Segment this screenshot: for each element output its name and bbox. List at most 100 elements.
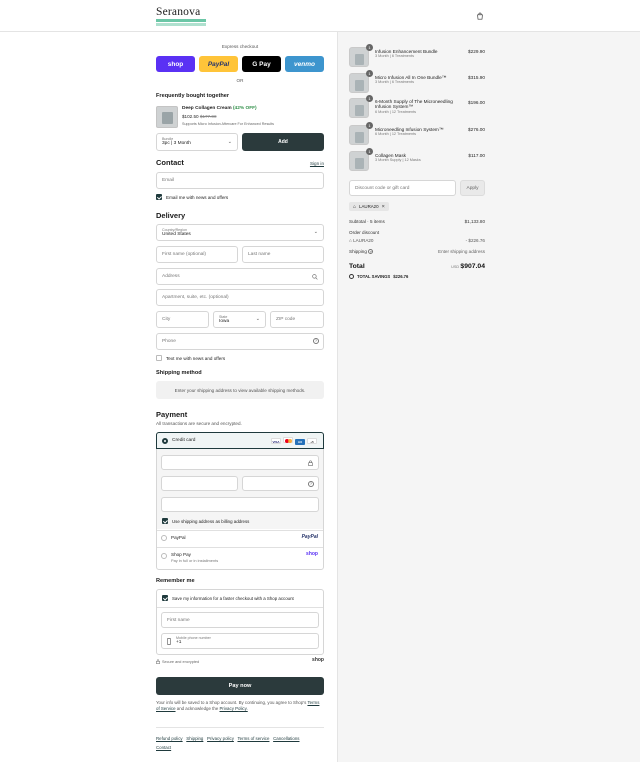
apartment-field[interactable]: Apartment, suite, etc. (optional) (156, 289, 324, 306)
credit-card-radio[interactable] (162, 438, 168, 444)
lock-icon (156, 659, 160, 664)
footer-links: Refund policy Shipping Privacy policy Te… (156, 734, 324, 752)
paypal-option[interactable]: PayPal PayPal (157, 531, 323, 547)
product-thumbnail (349, 98, 369, 118)
legal-text: Your info will be saved to a Shop accoun… (156, 700, 324, 713)
google-pay-button[interactable]: G Pay (242, 56, 281, 72)
shop-pay-button[interactable]: shop (156, 56, 195, 72)
product-name: Infusion Enhancement Bundle 3 Month | 6 T… (375, 49, 457, 59)
shop-pay-radio[interactable] (161, 553, 167, 559)
email-field[interactable]: Email (156, 172, 324, 189)
remember-first-name-field[interactable]: First name (161, 612, 319, 628)
footer-link-cancellations[interactable]: Cancellations (273, 736, 299, 741)
zip-field[interactable]: ZIP code (270, 311, 324, 328)
discount-code-label: ⌂ LAURA20 (349, 238, 374, 243)
total-savings-row: TOTAL SAVINGS $226.76 (349, 274, 408, 279)
total-savings-value: $226.76 (393, 274, 409, 279)
city-field[interactable]: City (156, 311, 209, 328)
discount-code-field[interactable]: Discount code or gift card (349, 180, 456, 196)
last-name-field[interactable]: Last name (242, 246, 324, 263)
billing-same-checkbox[interactable] (162, 518, 168, 524)
shopping-bag-icon[interactable] (476, 12, 484, 20)
expiry-field[interactable] (161, 476, 238, 491)
footer-link-contact[interactable]: Contact (156, 745, 171, 750)
add-upsell-button[interactable]: Add (242, 133, 324, 151)
text-news-checkbox[interactable] (156, 355, 162, 361)
footer-link-shipping[interactable]: Shipping (186, 736, 203, 741)
email-news-checkbox[interactable] (156, 194, 162, 200)
remove-discount-icon[interactable]: × (382, 204, 385, 210)
shop-logo: shop (312, 657, 324, 663)
upsell-desc: Supports Micro Infusion Aftercare For En… (182, 122, 275, 126)
header: Seranova (0, 0, 640, 32)
upsell-price-line: $102.50 $177.00 (182, 114, 217, 119)
product-variant: 6 Month | 12 Treatments (375, 132, 417, 137)
help-icon[interactable]: ? (313, 338, 319, 344)
legal-text-1: Your info will be saved to a Shop accoun… (156, 700, 307, 705)
bundle-select[interactable]: Bundle 3pc | 3 Month ⌄ (156, 133, 238, 151)
help-icon[interactable]: ? (308, 481, 314, 487)
more-cards-badge: +5 (307, 438, 317, 444)
express-buttons: shop PayPal G Pay venmo (156, 56, 324, 72)
legal-text-2: and acknowledge the (176, 706, 219, 712)
quantity-badge: 1 (366, 70, 373, 77)
first-name-field[interactable]: First name (optional) (156, 246, 238, 263)
logo-bar-2 (156, 23, 206, 26)
product-name: Microneedling Infusion System™ 6 Month | … (375, 127, 457, 137)
product-thumbnail (349, 125, 369, 145)
product-name: 6-Month Supply of The Microneedling Infu… (375, 99, 457, 115)
discount-tag-code: LAURA20 (359, 204, 379, 209)
state-select[interactable]: State Iowa ⌄ (213, 311, 266, 328)
product-name: Micro Infusion All In One Bundle™ 3 Month… (375, 75, 457, 85)
help-icon[interactable]: ? (368, 249, 374, 254)
divider (157, 607, 323, 608)
product-variant: 3 Month Supply | 12 Masks (375, 158, 421, 163)
cart-item: 1 Collagen Mask 3 Month Supply | 12 Masks… (349, 148, 485, 173)
save-info-checkbox[interactable] (162, 595, 168, 601)
security-code-field[interactable]: ? (242, 476, 319, 491)
name-on-card-field[interactable] (161, 497, 319, 512)
email-news-row[interactable]: Email me with news and offers (156, 194, 228, 200)
text-news-row[interactable]: Text me with news and offers (156, 355, 225, 361)
shop-pay-option[interactable]: Shop Pay Pay in full or in installments … (157, 548, 323, 569)
phone-field[interactable]: Phone ? (156, 333, 324, 350)
mobile-phone-icon (167, 638, 171, 645)
sign-in-link[interactable]: Sign in (296, 161, 324, 166)
mobile-phone-field[interactable]: Mobile phone number +1 (161, 633, 319, 649)
address-field[interactable]: Address (156, 268, 324, 285)
visa-icon: VISA (271, 438, 281, 444)
pay-now-button[interactable]: Pay now (156, 677, 324, 695)
paypal-label: PayPal (171, 535, 186, 540)
venmo-button[interactable]: venmo (285, 56, 324, 72)
lock-icon (308, 460, 313, 466)
product-thumbnail (349, 151, 369, 171)
billing-same-row[interactable]: Use shipping address as billing address (162, 518, 249, 524)
upsell-price: $102.50 (182, 114, 199, 119)
upsell-product-line: Deep Collagen Cream (42% OFF) (182, 106, 322, 111)
footer-link-terms[interactable]: Terms of service (237, 736, 269, 741)
save-info-row[interactable]: Save my information for a faster checkou… (162, 595, 294, 601)
credit-card-option[interactable]: Credit card VISA AX +5 (156, 432, 324, 449)
upsell-product-name: Deep Collagen Cream (182, 106, 232, 111)
search-icon (312, 274, 318, 280)
paypal-radio[interactable] (161, 535, 167, 541)
apply-discount-button[interactable]: Apply (460, 180, 485, 196)
delivery-title: Delivery (156, 211, 186, 220)
product-thumbnail (349, 73, 369, 93)
address-placeholder: Address (162, 274, 180, 279)
footer-link-privacy[interactable]: Privacy policy (207, 736, 234, 741)
quantity-badge: 1 (366, 95, 373, 102)
order-discount-row: Order discount (349, 230, 485, 235)
privacy-link[interactable]: Privacy Policy. (220, 706, 248, 711)
country-select[interactable]: Country/Region United States ⌄ (156, 224, 324, 241)
card-number-field[interactable] (161, 455, 319, 470)
card-brand-icons: VISA AX +5 (269, 437, 317, 445)
shipping-method-title: Shipping method (156, 370, 202, 376)
paypal-button[interactable]: PayPal (199, 56, 238, 72)
chevron-down-icon: ⌄ (313, 229, 318, 235)
brand-logo[interactable]: Seranova (156, 6, 208, 26)
footer-link-refund[interactable]: Refund policy (156, 736, 183, 741)
total-savings-label: TOTAL SAVINGS (357, 274, 391, 279)
cart-item: 1 6-Month Supply of The Microneedling In… (349, 95, 485, 120)
product-price: $315.90 (468, 75, 485, 80)
